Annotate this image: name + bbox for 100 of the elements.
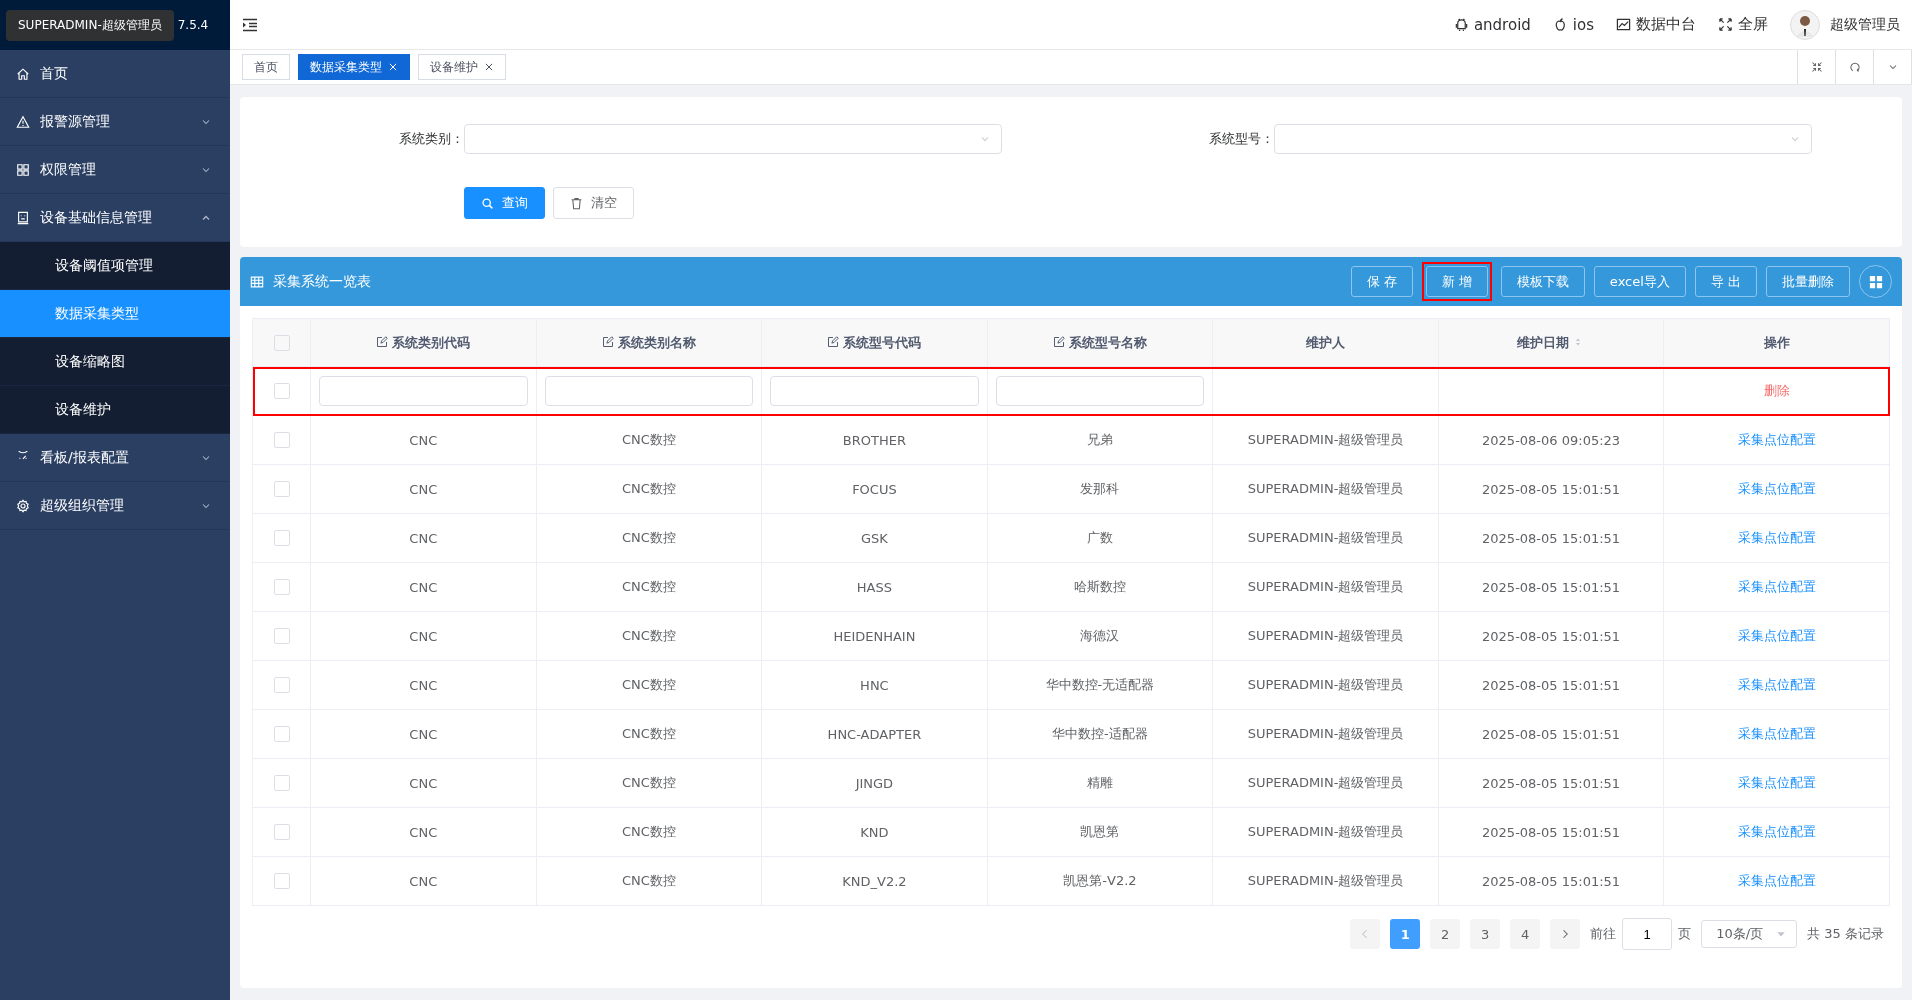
- table-cell: KND_V2.2: [761, 856, 988, 906]
- toolbar-button[interactable]: 模板下载: [1500, 266, 1585, 297]
- checkbox[interactable]: [273, 481, 290, 498]
- table-cell: SUPERADMIN-超级管理员: [1212, 660, 1439, 710]
- checkbox[interactable]: [273, 579, 290, 596]
- toolbar-button[interactable]: 新 增: [1425, 266, 1488, 297]
- tab[interactable]: 首页: [242, 54, 290, 80]
- page-button[interactable]: 2: [1430, 919, 1461, 949]
- table-cell: CNC: [310, 660, 537, 710]
- page-button[interactable]: 3: [1470, 919, 1501, 949]
- table-cell: 哈斯数控: [987, 562, 1213, 612]
- clear-button[interactable]: 清空: [553, 187, 634, 219]
- checkbox[interactable]: [273, 383, 290, 400]
- submenu-item[interactable]: 数据采集类型: [0, 290, 230, 338]
- menu-item[interactable]: 看板/报表配置: [0, 434, 230, 482]
- config-link[interactable]: 采集点位配置: [1737, 530, 1816, 545]
- input-field[interactable]: [319, 376, 528, 406]
- checkbox[interactable]: [273, 873, 290, 890]
- input-field[interactable]: [995, 376, 1205, 406]
- next-page-button[interactable]: [1550, 919, 1581, 949]
- table-cell: SUPERADMIN-超级管理员: [1212, 611, 1439, 661]
- config-link[interactable]: 采集点位配置: [1737, 579, 1816, 594]
- menu-item[interactable]: 报警源管理: [0, 98, 230, 146]
- column-header: 维护日期: [1438, 318, 1664, 367]
- header-link[interactable]: android: [1453, 15, 1531, 34]
- total-count: 共 35 条记录: [1807, 925, 1884, 943]
- delete-link[interactable]: 删除: [1763, 383, 1790, 398]
- page-button[interactable]: 4: [1510, 919, 1541, 949]
- checkbox[interactable]: [273, 530, 290, 547]
- column-header: 维护人: [1212, 318, 1439, 367]
- avatar-icon[interactable]: [1790, 9, 1820, 40]
- tooltip: SUPERADMIN-超级管理员: [6, 9, 174, 41]
- checkbox[interactable]: [273, 726, 290, 743]
- toolbar-button[interactable]: 批量删除: [1766, 266, 1850, 297]
- header-link[interactable]: 全屏: [1718, 15, 1768, 34]
- table-cell: CNC: [310, 709, 537, 759]
- config-link[interactable]: 采集点位配置: [1737, 775, 1816, 790]
- table-cell: CNC: [310, 464, 537, 514]
- menu-item[interactable]: 超级组织管理: [0, 482, 230, 530]
- user-name[interactable]: 超级管理员: [1830, 15, 1900, 34]
- grid-icon: [16, 162, 30, 177]
- table-cell: SUPERADMIN-超级管理员: [1212, 758, 1439, 808]
- toolbar-button[interactable]: 保 存: [1350, 266, 1413, 297]
- header-link[interactable]: ios: [1552, 15, 1594, 34]
- input-field[interactable]: [770, 376, 979, 406]
- submenu-item[interactable]: 设备维护: [0, 386, 230, 434]
- config-link[interactable]: 采集点位配置: [1737, 432, 1816, 447]
- table-cell: SUPERADMIN-超级管理员: [1212, 562, 1439, 612]
- submenu-item[interactable]: 设备缩略图: [0, 338, 230, 386]
- tab[interactable]: 数据采集类型: [298, 54, 410, 80]
- table-cell: CNC数控: [536, 562, 762, 612]
- table-cell: 广数: [987, 513, 1213, 563]
- toolbar-button[interactable]: excel导入: [1593, 266, 1686, 297]
- checkbox[interactable]: [273, 432, 290, 449]
- table-cell: 2025-08-05 15:01:51: [1438, 758, 1664, 808]
- panel-title: 采集系统一览表: [273, 272, 371, 291]
- config-link[interactable]: 采集点位配置: [1737, 726, 1816, 741]
- table-cell: CNC数控: [536, 464, 762, 514]
- table-icon: [250, 274, 264, 289]
- checkbox[interactable]: [273, 677, 290, 694]
- columns-button[interactable]: [1859, 265, 1892, 298]
- table-cell: 华中数控-适配器: [987, 709, 1213, 759]
- checkbox[interactable]: [273, 775, 290, 792]
- table-cell: JINGD: [761, 758, 988, 808]
- config-link[interactable]: 采集点位配置: [1737, 824, 1816, 839]
- config-link[interactable]: 采集点位配置: [1737, 677, 1816, 692]
- table-cell: 海德汉: [987, 611, 1213, 661]
- menu-icon: [242, 16, 258, 33]
- page-input[interactable]: 1: [1622, 918, 1673, 950]
- checkbox[interactable]: [273, 628, 290, 645]
- tab[interactable]: 设备维护: [418, 54, 506, 80]
- table-cell: CNC: [310, 807, 537, 857]
- refresh-icon: [1848, 61, 1861, 73]
- config-link[interactable]: 采集点位配置: [1737, 628, 1816, 643]
- select-field[interactable]: [1274, 124, 1812, 154]
- table-cell: CNC: [310, 415, 537, 465]
- input-field[interactable]: [544, 376, 754, 406]
- checkbox[interactable]: [273, 824, 290, 841]
- column-header: 系统型号代码: [761, 318, 988, 367]
- search-button[interactable]: 查询: [464, 187, 545, 219]
- config-link[interactable]: 采集点位配置: [1737, 873, 1816, 888]
- previous-page-button[interactable]: [1350, 919, 1381, 949]
- column-header: 系统型号名称: [987, 318, 1213, 367]
- table-cell: CNC数控: [536, 709, 762, 759]
- table-cell: HASS: [761, 562, 988, 612]
- column-header: 系统类别代码: [310, 318, 537, 367]
- config-link[interactable]: 采集点位配置: [1737, 481, 1816, 496]
- android-icon: [1453, 17, 1469, 32]
- toolbar-button[interactable]: 导 出: [1694, 266, 1757, 297]
- table-cell: 2025-08-05 15:01:51: [1438, 611, 1664, 661]
- page-size-select[interactable]: 10条/页: [1701, 920, 1798, 948]
- table-cell: 2025-08-05 15:01:51: [1438, 709, 1664, 759]
- header-link[interactable]: 数据中台: [1616, 15, 1696, 34]
- gear-icon: [16, 498, 30, 513]
- select-field[interactable]: [464, 124, 1002, 154]
- menu-item[interactable]: 权限管理: [0, 146, 230, 194]
- table-cell: 发那科: [987, 464, 1213, 514]
- table-cell: 凯恩第: [987, 807, 1213, 857]
- checkbox[interactable]: [273, 334, 290, 351]
- table-cell: 兄弟: [987, 415, 1213, 465]
